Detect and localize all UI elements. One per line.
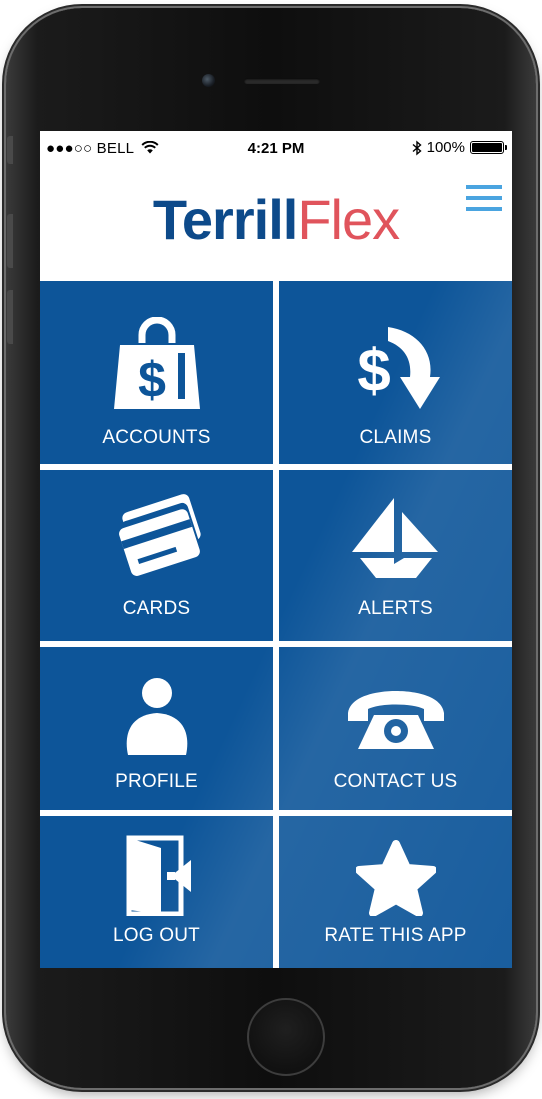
- tile-log-out[interactable]: LOG OUT: [40, 816, 273, 968]
- tile-rate-this-app-label: RATE THIS APP: [324, 925, 467, 946]
- bluetooth-icon: [412, 139, 422, 156]
- home-button[interactable]: [247, 998, 325, 1076]
- tile-claims[interactable]: $ CLAIMS: [279, 281, 512, 464]
- menu-grid: $ ACCOUNTS $ CLAIMS CARDS ALERTS PROFILE…: [40, 281, 512, 968]
- tile-rate-this-app[interactable]: RATE THIS APP: [279, 816, 512, 968]
- mute-switch: [7, 136, 13, 164]
- battery-icon: [470, 141, 507, 154]
- star-icon: [355, 840, 436, 916]
- svg-text:$: $: [138, 352, 166, 408]
- tile-cards[interactable]: CARDS: [40, 470, 273, 641]
- earpiece-speaker: [244, 78, 320, 84]
- volume-down-button: [7, 290, 13, 344]
- door-exit-icon: [126, 835, 191, 916]
- app-header: TerrillFlex: [40, 167, 512, 281]
- tile-claims-label: CLAIMS: [359, 427, 432, 448]
- app-screen: ●●●○○ BELL 4:21 PM 100% TerrillFlex $ AC…: [40, 131, 512, 968]
- tile-alerts-label: ALERTS: [358, 598, 433, 619]
- shopping-bag-dollar-icon: $: [113, 317, 200, 409]
- dollar-arrow-icon: $: [357, 327, 440, 409]
- tile-cards-label: CARDS: [122, 598, 191, 619]
- front-camera: [202, 74, 215, 87]
- svg-text:$: $: [357, 337, 390, 404]
- tile-log-out-label: LOG OUT: [113, 925, 200, 946]
- volume-up-button: [7, 214, 13, 268]
- hamburger-icon[interactable]: [466, 185, 502, 213]
- telephone-icon: [347, 691, 444, 749]
- paper-boat-icon: [351, 498, 438, 578]
- tile-alerts[interactable]: ALERTS: [279, 470, 512, 641]
- person-icon: [126, 678, 187, 755]
- credit-cards-icon: [118, 494, 201, 576]
- tile-contact-us-label: CONTACT US: [333, 771, 458, 792]
- tile-profile[interactable]: PROFILE: [40, 647, 273, 810]
- tile-contact-us[interactable]: CONTACT US: [279, 647, 512, 810]
- tile-accounts-label: ACCOUNTS: [102, 427, 211, 448]
- tile-accounts[interactable]: $ ACCOUNTS: [40, 281, 273, 464]
- status-bar: ●●●○○ BELL 4:21 PM 100%: [40, 131, 512, 167]
- brand-logo: TerrillFlex: [40, 187, 512, 252]
- status-right: 100%: [412, 139, 507, 156]
- brand-logo-part2: Flex: [297, 188, 400, 251]
- brand-logo-part1: Terrill: [152, 188, 298, 251]
- tile-profile-label: PROFILE: [115, 771, 198, 792]
- battery-percent: 100%: [426, 139, 465, 156]
